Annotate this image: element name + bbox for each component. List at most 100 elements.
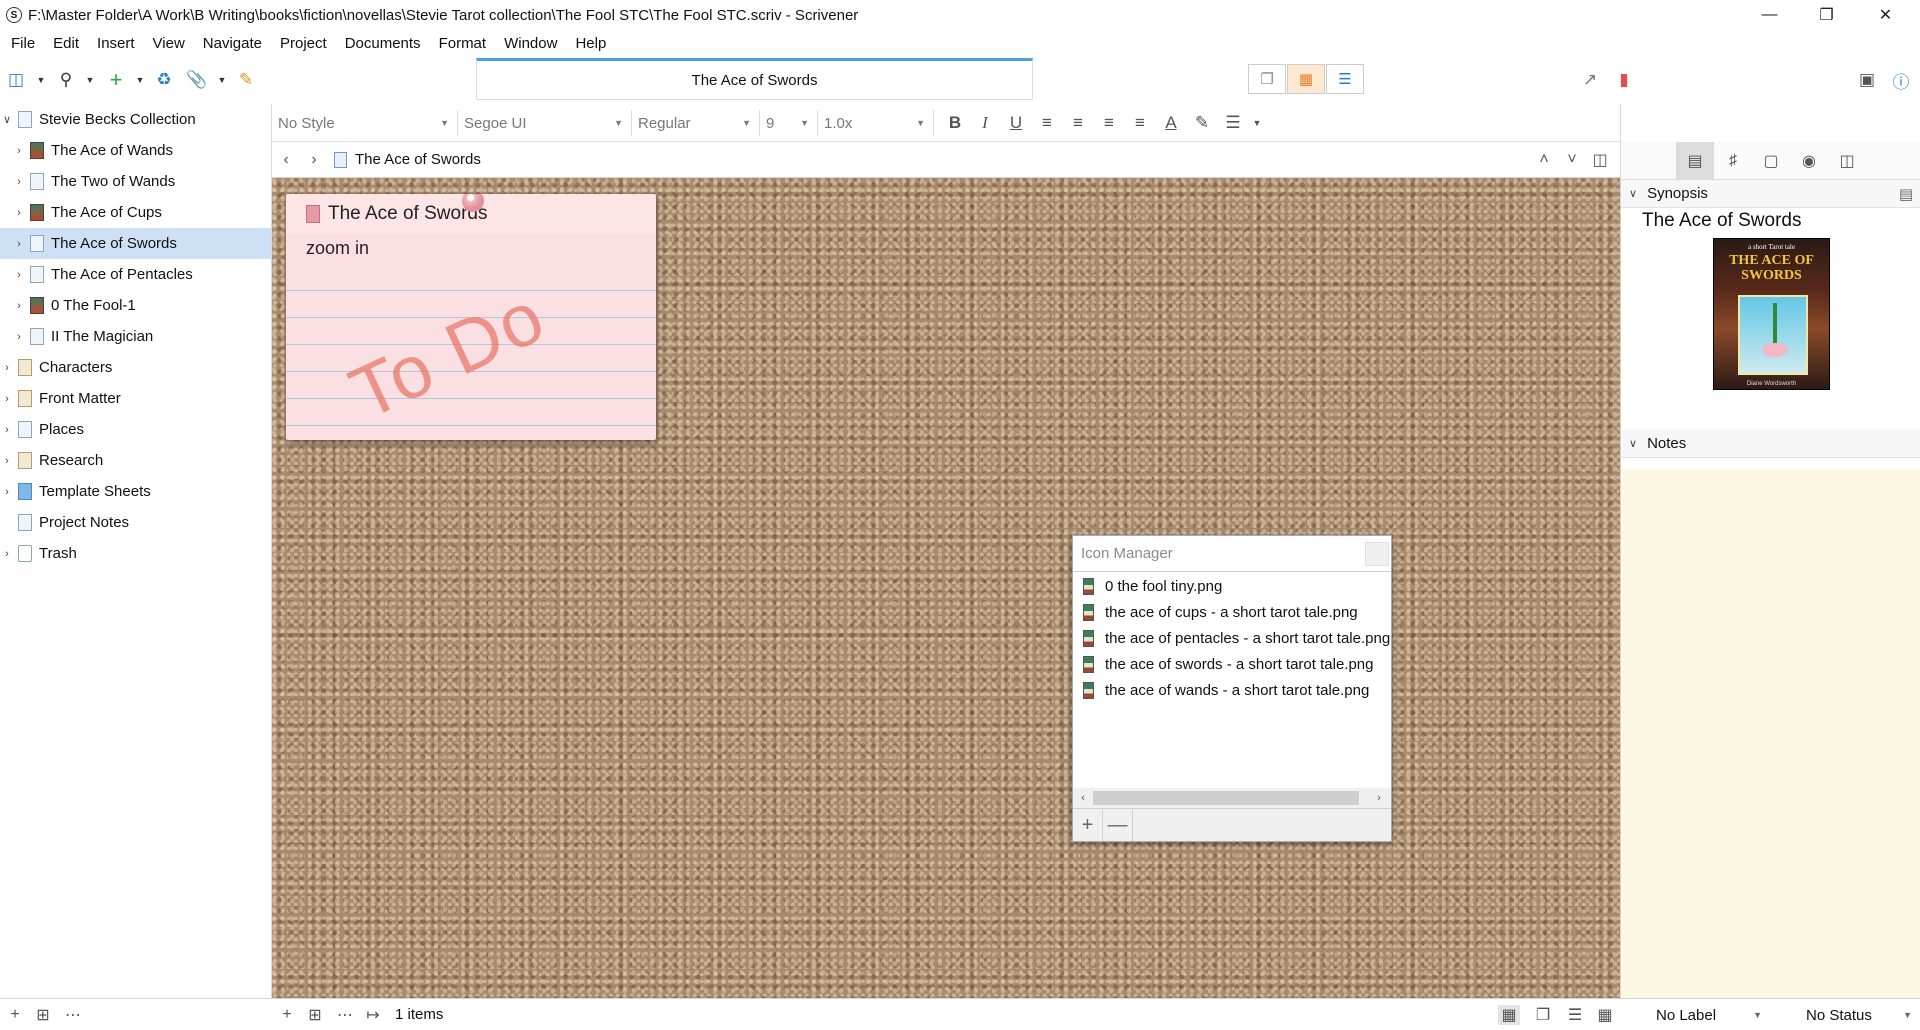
menu-format[interactable]: Format <box>430 35 496 52</box>
chevron-right-icon[interactable]: › <box>0 548 14 560</box>
add-menu-caret-icon[interactable]: ▼ <box>135 70 145 90</box>
align-justify-icon[interactable]: ≡ <box>1098 112 1120 134</box>
previous-document-icon[interactable]: ˄ <box>1530 151 1558 169</box>
synopsis-header[interactable]: ∨ Synopsis ▤ <box>1621 180 1920 208</box>
chevron-right-icon[interactable]: › <box>0 362 14 374</box>
dialog-title-bar[interactable]: Icon Manager <box>1073 536 1391 572</box>
chevron-right-icon[interactable]: › <box>12 145 26 157</box>
binder-item-project-notes[interactable]: Project Notes <box>0 507 271 538</box>
share-icon[interactable]: ↗ <box>1578 68 1602 92</box>
synopsis-title[interactable]: The Ace of Swords <box>1642 210 1801 232</box>
text-color-icon[interactable]: A <box>1160 112 1182 134</box>
corkboard[interactable]: The Ace of Swords zoom in To Do Icon Man… <box>272 178 1620 998</box>
back-icon[interactable]: ‹ <box>272 151 300 169</box>
compose-icon[interactable]: ▣ <box>1855 68 1879 92</box>
scroll-right-icon[interactable]: › <box>1369 792 1389 804</box>
add-folder-icon[interactable]: ⊞ <box>304 1005 326 1025</box>
menu-documents[interactable]: Documents <box>336 35 430 52</box>
binder-item-two-of-wands[interactable]: › The Two of Wands <box>0 166 271 197</box>
scroll-left-icon[interactable]: ‹ <box>1073 792 1093 804</box>
menu-insert[interactable]: Insert <box>88 35 144 52</box>
list-caret-icon[interactable]: ▼ <box>1246 112 1268 134</box>
metadata-tab-icon[interactable]: ▢ <box>1752 142 1790 180</box>
notes-textarea[interactable] <box>1621 469 1920 999</box>
status-select[interactable]: No Status ▼ <box>1770 1001 1920 1029</box>
restore-icon[interactable]: ❐ <box>1798 0 1855 30</box>
label-view-icon[interactable]: ☰ <box>1564 1005 1586 1025</box>
label-select[interactable]: No Label ▼ <box>1620 1001 1770 1029</box>
chevron-right-icon[interactable]: › <box>12 300 26 312</box>
attach-menu-caret-icon[interactable]: ▼ <box>217 70 227 90</box>
chevron-right-icon[interactable]: › <box>0 486 14 498</box>
notes-tab-icon[interactable]: ▤ <box>1676 141 1714 180</box>
menu-file[interactable]: File <box>2 35 44 52</box>
binder-item-places[interactable]: › Places <box>0 414 271 445</box>
italic-icon[interactable]: I <box>974 112 996 134</box>
bookmarks-tab-icon[interactable]: ♯ <box>1714 142 1752 180</box>
index-card[interactable]: The Ace of Swords zoom in To Do <box>286 194 656 440</box>
split-editor-icon[interactable]: ◫ <box>1586 150 1614 170</box>
freeform-icon[interactable]: ❐ <box>1532 1005 1554 1025</box>
font-size-select[interactable]: 9 ▼ <box>760 110 818 136</box>
scrivenings-view-icon[interactable]: ❐ <box>1248 64 1286 94</box>
chevron-right-icon[interactable]: › <box>12 331 26 343</box>
binder-item-the-magician[interactable]: › II The Magician <box>0 321 271 352</box>
close-icon[interactable] <box>1365 542 1389 566</box>
search-icon[interactable]: ⚲ <box>54 68 78 92</box>
binder-item-ace-of-wands[interactable]: › The Ace of Wands <box>0 135 271 166</box>
weight-select[interactable]: Regular ▼ <box>632 110 760 136</box>
binder-item-ace-of-cups[interactable]: › The Ace of Cups <box>0 197 271 228</box>
chevron-right-icon[interactable]: › <box>0 393 14 405</box>
chevron-right-icon[interactable]: › <box>0 455 14 467</box>
outliner-view-icon[interactable]: ☰ <box>1326 64 1364 94</box>
add-card-icon[interactable]: + <box>276 1005 298 1025</box>
list-item[interactable]: the ace of swords - a short tarot tale.p… <box>1073 651 1391 677</box>
add-icon[interactable]: + <box>104 67 128 92</box>
add-folder-icon[interactable]: ⊞ <box>32 1005 54 1025</box>
chevron-right-icon[interactable]: › <box>12 176 26 188</box>
list-item[interactable]: 0 the fool tiny.png <box>1073 573 1391 599</box>
card-size-icon[interactable]: ▦ <box>1594 1005 1616 1025</box>
remove-icon-button[interactable]: — <box>1103 809 1133 841</box>
binder-item-the-fool[interactable]: › 0 The Fool-1 <box>0 290 271 321</box>
list-item[interactable]: the ace of wands - a short tarot tale.pn… <box>1073 677 1391 703</box>
chevron-right-icon[interactable]: › <box>12 269 26 281</box>
menu-navigate[interactable]: Navigate <box>194 35 271 52</box>
card-synopsis[interactable]: zoom in <box>306 238 369 259</box>
notes-header[interactable]: ∨ Notes <box>1621 430 1920 458</box>
scrollbar-thumb[interactable] <box>1093 791 1359 805</box>
menu-help[interactable]: Help <box>566 35 615 52</box>
move-icon[interactable]: ↦ <box>362 1005 384 1025</box>
forward-icon[interactable]: › <box>300 151 328 169</box>
binder-item-characters[interactable]: › Characters <box>0 352 271 383</box>
menu-project[interactable]: Project <box>271 35 336 52</box>
font-select[interactable]: Segoe UI ▼ <box>458 110 632 136</box>
synopsis-mode-icon[interactable]: ▤ <box>1899 185 1913 203</box>
bold-icon[interactable]: B <box>944 112 966 134</box>
binder-item-template-sheets[interactable]: › Template Sheets <box>0 476 271 507</box>
comments-tab-icon[interactable]: ◫ <box>1828 142 1866 180</box>
line-spacing-select[interactable]: 1.0x ▼ <box>818 110 934 136</box>
close-icon[interactable]: ✕ <box>1857 0 1914 30</box>
binder-item-stevie-becks-collection[interactable]: ∨ Stevie Becks Collection <box>0 104 271 135</box>
binder-item-research[interactable]: › Research <box>0 445 271 476</box>
binder-item-ace-of-swords[interactable]: › The Ace of Swords <box>0 228 271 259</box>
search-menu-caret-icon[interactable]: ▼ <box>85 70 95 90</box>
chevron-right-icon[interactable]: › <box>12 207 26 219</box>
list-item[interactable]: the ace of pentacles - a short tarot tal… <box>1073 625 1391 651</box>
corkboard-view-icon[interactable]: ▦ <box>1287 64 1325 94</box>
snapshots-tab-icon[interactable]: ◉ <box>1790 142 1828 180</box>
add-icon[interactable]: + <box>4 1005 26 1025</box>
trash-icon[interactable]: ♻ <box>152 68 176 92</box>
more-icon[interactable]: ⋯ <box>334 1005 356 1025</box>
document-title-box[interactable]: The Ace of Swords <box>476 58 1033 100</box>
align-left-icon[interactable]: ≡ <box>1036 112 1058 134</box>
chevron-right-icon[interactable]: › <box>0 424 14 436</box>
binder-item-trash[interactable]: › Trash <box>0 538 271 569</box>
menu-edit[interactable]: Edit <box>44 35 88 52</box>
menu-view[interactable]: View <box>144 35 194 52</box>
menu-window[interactable]: Window <box>495 35 566 52</box>
binder-item-ace-of-pentacles[interactable]: › The Ace of Pentacles <box>0 259 271 290</box>
align-right-icon[interactable]: ≡ <box>1129 112 1151 134</box>
add-icon-button[interactable]: + <box>1073 809 1103 841</box>
